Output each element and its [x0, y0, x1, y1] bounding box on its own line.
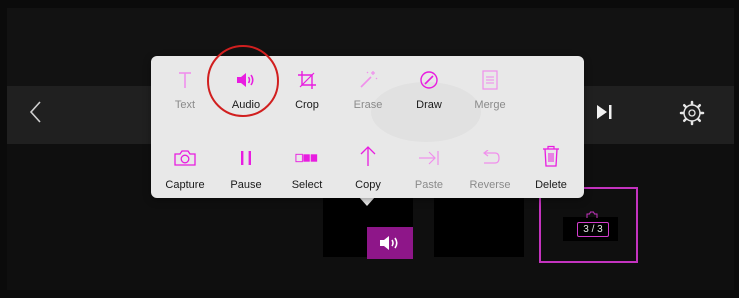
menu-item-audio[interactable]: Audio	[215, 69, 277, 123]
clip-thumbnail-2[interactable]	[434, 194, 524, 257]
menu-item-paste[interactable]: Paste	[398, 149, 460, 203]
menu-item-label: Erase	[353, 99, 383, 111]
menu-item-label: Select	[291, 179, 323, 191]
menu-item-label: Delete	[535, 179, 567, 191]
skip-forward-button[interactable]	[592, 98, 618, 126]
menu-item-label: Paste	[414, 179, 444, 191]
arrow-right-bar-icon	[417, 147, 441, 169]
text-icon	[173, 69, 197, 91]
menu-item-draw[interactable]: Draw	[398, 69, 460, 123]
menu-item-label: Merge	[474, 99, 506, 111]
skip-forward-icon	[597, 105, 612, 119]
chevron-left-icon	[29, 101, 41, 123]
menu-item-label: Crop	[295, 99, 319, 111]
menu-item-erase[interactable]: Erase	[337, 69, 399, 123]
menu-item-label: Copy	[355, 179, 381, 191]
select-icon	[295, 147, 319, 169]
clip-audio-badge[interactable]	[367, 227, 413, 259]
camera-icon	[173, 147, 197, 169]
menu-item-select[interactable]: Select	[276, 149, 338, 203]
settings-button[interactable]	[675, 96, 709, 130]
pencil-circle-icon	[417, 69, 441, 91]
camera-icon	[586, 211, 598, 218]
undo-icon	[478, 147, 502, 169]
menu-item-copy[interactable]: Copy	[337, 146, 399, 203]
menu-item-label: Pause	[230, 179, 262, 191]
menu-item-merge[interactable]: Merge	[459, 69, 521, 123]
editor-screen: 3 / 3 Text Audio Crop Erase Draw Merge C…	[7, 8, 734, 290]
edit-menu-popup: Text Audio Crop Erase Draw Merge Capture…	[151, 56, 584, 198]
menu-item-capture[interactable]: Capture	[154, 149, 216, 203]
menu-item-delete[interactable]: Delete	[520, 145, 582, 203]
speaker-icon	[380, 236, 398, 250]
menu-item-label: Draw	[416, 99, 442, 111]
menu-item-crop[interactable]: Crop	[276, 69, 338, 123]
menu-item-label: Reverse	[469, 179, 511, 191]
crop-icon	[295, 69, 319, 91]
gear-icon	[679, 100, 705, 126]
pause-icon	[234, 147, 258, 169]
clip-preview: 3 / 3	[563, 211, 618, 241]
menu-item-reverse[interactable]: Reverse	[459, 149, 521, 203]
menu-item-label: Audio	[231, 99, 261, 111]
menu-item-pause[interactable]: Pause	[215, 149, 277, 203]
menu-item-text[interactable]: Text	[154, 69, 216, 123]
arrow-up-icon	[356, 145, 380, 167]
merge-doc-icon	[478, 69, 502, 91]
menu-item-label: Text	[174, 99, 196, 111]
trash-icon	[539, 145, 563, 167]
menu-item-label: Capture	[165, 179, 205, 191]
magic-wand-icon	[356, 69, 380, 91]
back-button[interactable]	[25, 98, 47, 126]
speaker-icon	[234, 69, 258, 91]
clip-counter: 3 / 3	[577, 222, 609, 237]
